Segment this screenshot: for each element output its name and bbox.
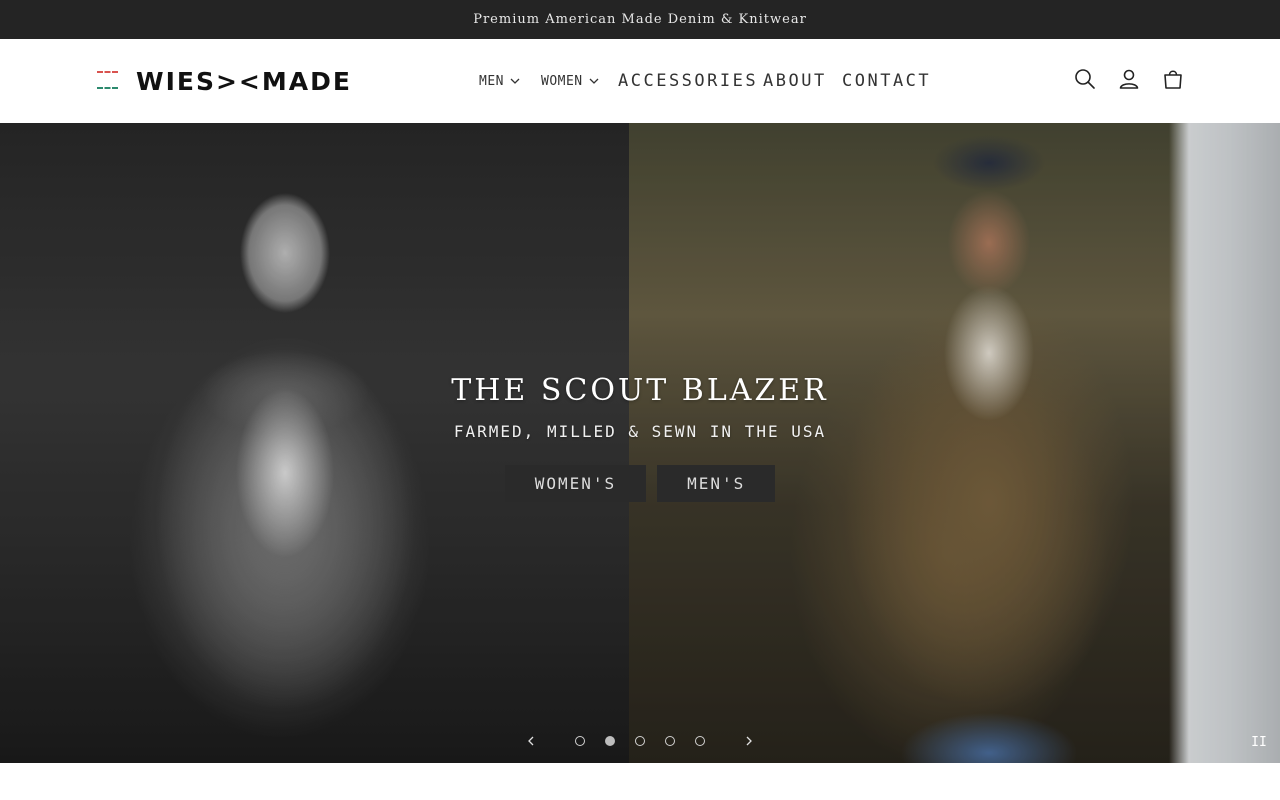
slide-dot-5[interactable] — [695, 736, 705, 746]
slide-dots — [575, 736, 705, 746]
hero-content: THE SCOUT BLAZER FARMED, MILLED & SEWN I… — [0, 373, 1280, 502]
cart-icon[interactable] — [1162, 67, 1184, 91]
hero-title: THE SCOUT BLAZER — [451, 373, 829, 408]
pause-icon: II — [1251, 734, 1267, 750]
nav-label: MEN — [479, 73, 504, 89]
nav-item-contact[interactable]: CONTACT — [842, 66, 931, 96]
hero-subtitle: FARMED, MILLED & SEWN IN THE USA — [453, 422, 827, 441]
nav-label: CONTACT — [842, 71, 932, 91]
site-header: WIES><MADE MEN WOMEN ACCESSORIES ABOUT C… — [0, 39, 1280, 123]
pause-button[interactable]: II — [1238, 721, 1280, 763]
logo-flag-icon — [96, 65, 120, 97]
slide-dot-4[interactable] — [665, 736, 675, 746]
nav-item-about[interactable]: ABOUT — [763, 66, 827, 96]
nav-label: ABOUT — [763, 71, 827, 91]
account-icon[interactable] — [1118, 67, 1140, 91]
nav-label: WOMEN — [541, 73, 583, 89]
nav-item-women[interactable]: WOMEN — [541, 66, 599, 96]
slide-dot-3[interactable] — [635, 736, 645, 746]
slide-dot-2[interactable] — [605, 736, 615, 746]
chevron-down-icon — [510, 78, 520, 84]
nav-item-men[interactable]: MEN — [479, 66, 520, 96]
announcement-bar: Premium American Made Denim & Knitwear — [0, 0, 1280, 39]
chevron-down-icon — [589, 78, 599, 84]
womens-button[interactable]: WOMEN'S — [504, 465, 647, 502]
hero-buttons: WOMEN'S MEN'S — [0, 465, 1280, 502]
mens-button[interactable]: MEN'S — [657, 465, 776, 502]
nav-item-accessories[interactable]: ACCESSORIES — [618, 66, 758, 96]
hero-slideshow: THE SCOUT BLAZER FARMED, MILLED & SEWN I… — [0, 123, 1280, 763]
header-actions — [1074, 67, 1184, 91]
nav-label: ACCESSORIES — [618, 71, 759, 91]
search-icon[interactable] — [1074, 67, 1096, 91]
chevron-left-icon[interactable] — [524, 733, 538, 749]
site-logo[interactable]: WIES><MADE — [96, 65, 352, 97]
logo-text: WIES><MADE — [136, 66, 352, 96]
announcement-text: Premium American Made Denim & Knitwear — [473, 12, 807, 27]
slider-controls — [0, 730, 1280, 752]
chevron-right-icon[interactable] — [742, 733, 756, 749]
slide-dot-1[interactable] — [575, 736, 585, 746]
